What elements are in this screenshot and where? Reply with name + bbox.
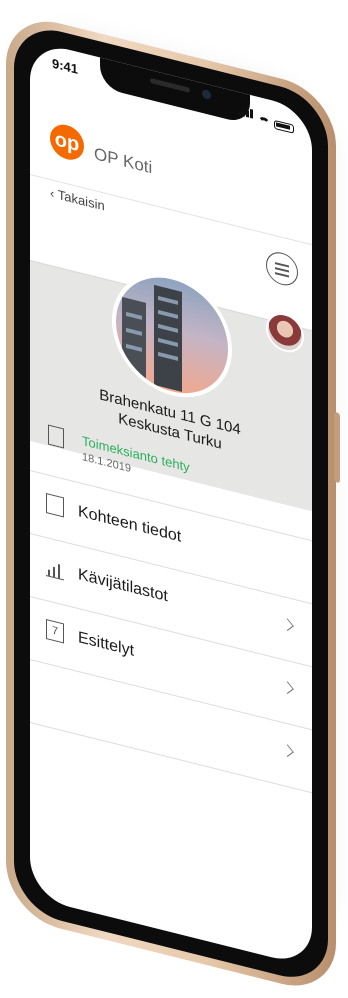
app-header: op OP Koti bbox=[30, 107, 312, 246]
side-button bbox=[334, 411, 340, 484]
notch bbox=[100, 57, 250, 125]
phone-bezel: 9:41 op OP Koti ‹ Takaisin Brahenkatu 11… bbox=[14, 19, 328, 988]
phone-frame: 9:41 op OP Koti ‹ Takaisin Brahenkatu 11… bbox=[6, 10, 340, 998]
status-icons bbox=[238, 102, 294, 134]
app-screen: 9:41 op OP Koti ‹ Takaisin Brahenkatu 11… bbox=[30, 39, 312, 968]
speaker bbox=[150, 77, 190, 93]
battery-icon bbox=[274, 119, 294, 134]
op-logo-icon: op bbox=[50, 120, 84, 164]
document-icon bbox=[46, 492, 64, 518]
chevron-right-icon bbox=[281, 681, 294, 695]
app-title: OP Koti bbox=[94, 143, 153, 178]
item-label: Kohteen tiedot bbox=[78, 502, 182, 546]
item-label: Esittelyt bbox=[78, 628, 135, 660]
chevron-right-icon bbox=[281, 618, 294, 632]
chevron-left-icon: ‹ bbox=[50, 184, 58, 202]
signal-icon bbox=[238, 102, 254, 124]
front-camera bbox=[202, 88, 211, 101]
status-time: 9:41 bbox=[52, 55, 79, 77]
bar-chart-icon bbox=[46, 555, 64, 581]
calendar-icon: 7 bbox=[46, 618, 64, 644]
property-menu: Kohteen tiedot Kävijätilastot 7 Esittely… bbox=[30, 469, 312, 856]
document-check-icon bbox=[48, 424, 64, 449]
menu-button[interactable] bbox=[266, 248, 298, 289]
chevron-right-icon bbox=[281, 744, 294, 758]
item-label: Kävijätilastot bbox=[78, 565, 168, 606]
wifi-icon bbox=[258, 115, 270, 128]
